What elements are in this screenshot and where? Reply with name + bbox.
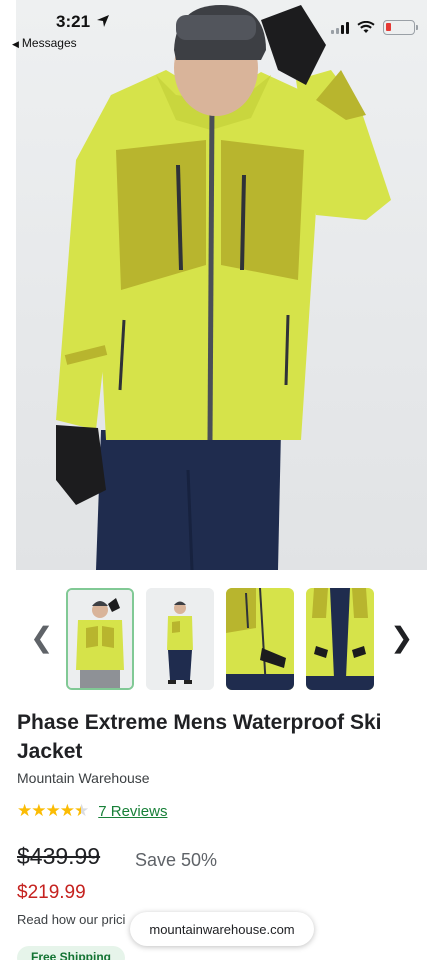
thumbnail-1[interactable] bbox=[66, 588, 134, 690]
product-photo bbox=[56, 5, 391, 570]
star-rating-icon: ★★★★★ bbox=[17, 801, 89, 820]
status-time: 3:21 bbox=[56, 12, 91, 31]
merchant-name: Mountain Warehouse bbox=[17, 770, 150, 786]
thumbnail-4[interactable] bbox=[306, 588, 374, 690]
rating-row: ★★★★★ 7 Reviews bbox=[17, 801, 167, 821]
status-bar: 3:21 ◀ Messages bbox=[0, 0, 443, 56]
pricing-info-link[interactable]: Read how our prici bbox=[17, 912, 125, 927]
discount-label: Save 50% bbox=[135, 850, 218, 870]
chevron-left-icon[interactable]: ❮ bbox=[30, 624, 53, 652]
cellular-signal-icon bbox=[331, 21, 349, 34]
thumbnail-2[interactable] bbox=[146, 588, 214, 690]
back-triangle-icon: ◀ bbox=[12, 39, 19, 49]
thumbnail-carousel: ❮ ❯ bbox=[0, 588, 443, 692]
shipping-badge: Free Shipping bbox=[17, 946, 126, 960]
back-to-messages-label: Messages bbox=[21, 36, 77, 50]
back-to-messages-link[interactable]: ◀ Messages bbox=[12, 36, 77, 50]
original-price: $439.99 bbox=[17, 843, 101, 869]
url-text: mountainwarehouse.com bbox=[149, 921, 295, 937]
product-main-image[interactable] bbox=[16, 0, 427, 570]
product-title: Phase Extreme Mens Waterproof Ski Jacket bbox=[17, 711, 382, 763]
url-bar[interactable]: mountainwarehouse.com bbox=[130, 912, 314, 946]
sale-price: $219.99 bbox=[17, 882, 86, 903]
wifi-icon bbox=[357, 21, 375, 33]
reviews-link[interactable]: 7 Reviews bbox=[98, 803, 167, 820]
location-arrow-icon bbox=[97, 15, 109, 27]
chevron-right-icon[interactable]: ❯ bbox=[390, 624, 413, 652]
battery-icon bbox=[383, 20, 418, 35]
thumbnail-3[interactable] bbox=[226, 588, 294, 690]
